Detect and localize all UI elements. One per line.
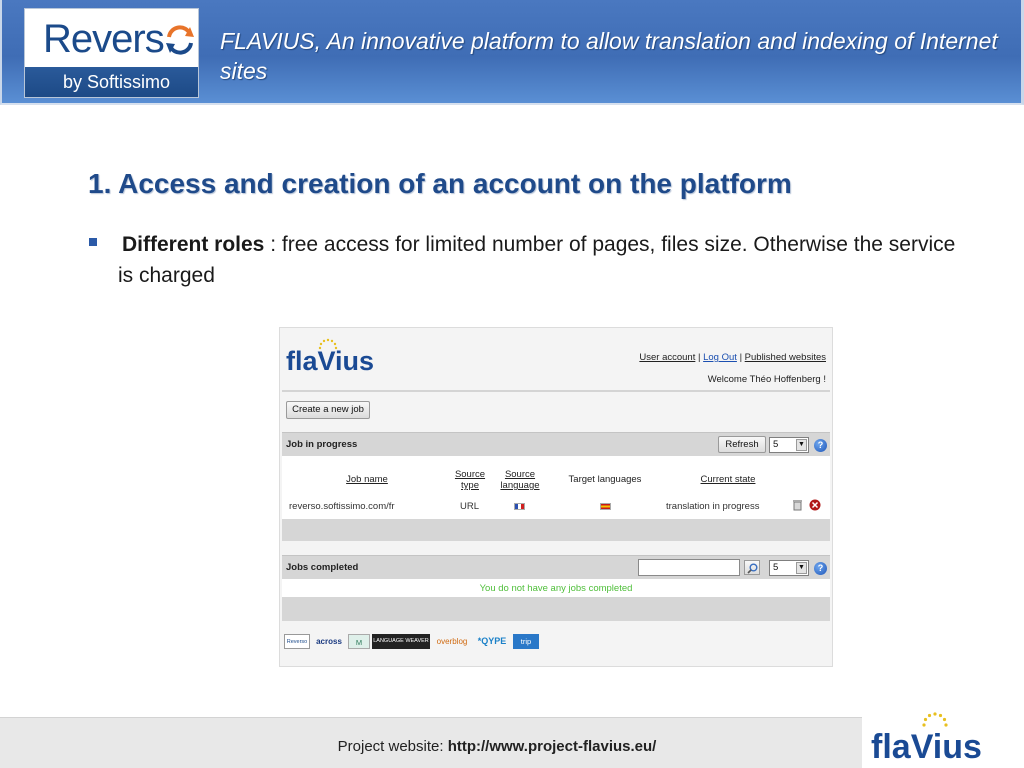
header-banner: Revers by Softissimo FLAVIUS, An innovat…	[0, 0, 1024, 105]
footer-label: Project website:	[337, 738, 448, 755]
partner-logo-language-weaver: LANGUAGE WEAVER	[372, 634, 430, 649]
partner-logo-across: across	[316, 637, 342, 646]
chevron-down-icon: ▼	[796, 562, 807, 574]
cancel-icon[interactable]	[809, 499, 821, 511]
partner-logo-reverso: Reverso	[284, 634, 310, 649]
reverso-logo-word: Revers	[43, 17, 165, 61]
partner-logo-m: M	[348, 634, 370, 649]
partner-logo-overblog: overblog	[436, 637, 468, 646]
account-links: User account | Log Out | Published websi…	[639, 352, 826, 363]
footer-logo-left: fla	[871, 728, 911, 766]
spanish-flag-icon	[600, 503, 611, 510]
jobs-in-progress-footer	[282, 519, 830, 541]
published-websites-link[interactable]: Published websites	[745, 352, 826, 363]
jobs-completed-title: Jobs completed	[286, 562, 359, 573]
footer-logo-v: V	[910, 728, 933, 766]
chevron-down-icon: ▼	[796, 439, 807, 451]
search-icon	[747, 563, 758, 574]
col-source-language-line1[interactable]: Source	[492, 469, 548, 480]
reverso-logo: Revers by Softissimo	[24, 8, 199, 98]
flavius-footer-logo: flaVius	[871, 728, 982, 767]
flavius-logo-left: fla	[286, 346, 318, 376]
footer-logo-right: ius	[932, 728, 982, 766]
bullet-text: Different roles : free access for limite…	[118, 229, 958, 291]
link-separator: |	[698, 352, 701, 363]
help-icon[interactable]: ?	[814, 562, 827, 575]
job-name-cell: reverso.softissimo.com/fr	[289, 501, 395, 512]
help-icon[interactable]: ?	[814, 439, 827, 452]
flavius-logo: flaVius	[286, 346, 374, 377]
jobs-completed-table: You do not have any jobs completed	[282, 579, 830, 597]
flavius-logo-right: ius	[335, 346, 375, 376]
col-job-name[interactable]: Job name	[322, 474, 412, 485]
header-title: FLAVIUS, An innovative platform to allow…	[220, 28, 998, 84]
partner-logo-trip: trip	[513, 634, 539, 649]
col-source-type-line1[interactable]: Source	[448, 469, 492, 480]
flavius-logo-v: V	[317, 346, 336, 376]
user-account-link[interactable]: User account	[639, 352, 695, 363]
page-size-select[interactable]: 5 ▼	[769, 437, 809, 453]
jobs-in-progress-title: Job in progress	[286, 439, 358, 450]
reverso-arrows-icon	[166, 25, 194, 55]
platform-screenshot: flaVius User account | Log Out | Publish…	[279, 327, 833, 667]
col-source-type-line2[interactable]: type	[448, 480, 492, 491]
jobs-completed-header: Jobs completed 5 ▼ ?	[282, 555, 830, 579]
partner-logo-qype: *QYPE	[477, 636, 507, 646]
reverso-logo-tagline: by Softissimo	[25, 67, 198, 97]
jobs-in-progress-table: Job name Source type Source language Tar…	[282, 456, 830, 519]
jobs-in-progress-header: Job in progress Refresh 5 ▼ ?	[282, 432, 830, 456]
col-current-state[interactable]: Current state	[678, 474, 778, 485]
welcome-message: Welcome Théo Hoffenberg !	[707, 374, 826, 385]
col-source-language-line2[interactable]: language	[492, 480, 548, 491]
search-button[interactable]	[744, 560, 760, 575]
col-target-languages: Target languages	[568, 474, 642, 485]
project-website-link[interactable]: http://www.project-flavius.eu/	[448, 738, 657, 755]
refresh-button[interactable]: Refresh	[718, 436, 766, 453]
current-state-cell: translation in progress	[666, 501, 760, 512]
header-divider	[282, 390, 830, 392]
page-size-value: 5	[773, 439, 779, 450]
link-separator: |	[739, 352, 743, 363]
source-type-cell: URL	[460, 501, 480, 512]
jobs-completed-footer	[282, 597, 830, 621]
trash-icon[interactable]	[792, 499, 803, 511]
page-size-value: 5	[773, 562, 779, 573]
french-flag-icon	[514, 503, 525, 510]
search-input[interactable]	[638, 559, 740, 576]
log-out-link[interactable]: Log Out	[703, 352, 737, 363]
empty-message: You do not have any jobs completed	[479, 583, 633, 594]
page-size-select[interactable]: 5 ▼	[769, 560, 809, 576]
bullet-bold: Different roles	[122, 233, 265, 256]
bullet-square-icon	[89, 238, 97, 246]
slide-title: 1. Access and creation of an account on …	[88, 168, 792, 199]
create-new-job-button[interactable]: Create a new job	[286, 401, 370, 419]
slide: Revers by Softissimo FLAVIUS, An innovat…	[0, 0, 1024, 768]
